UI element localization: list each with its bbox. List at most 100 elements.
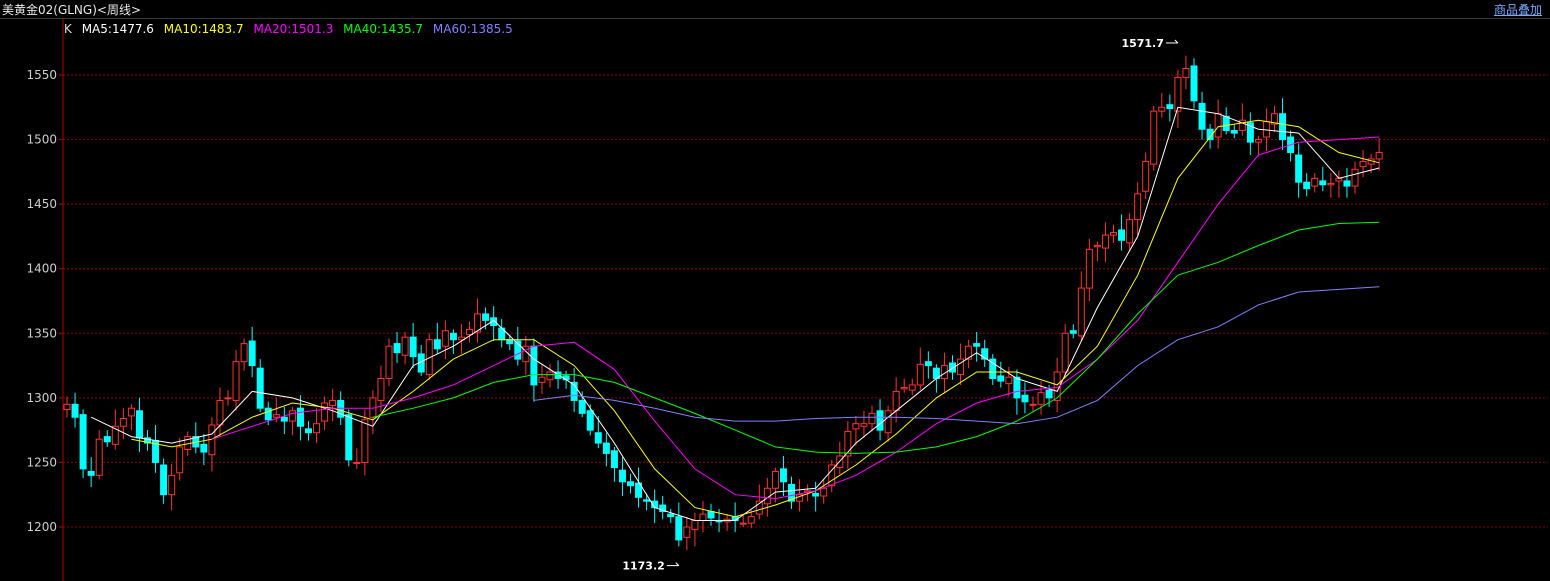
candle-body xyxy=(1142,161,1150,192)
candle-body xyxy=(1110,232,1117,236)
candle xyxy=(321,396,329,431)
candle xyxy=(1158,93,1166,118)
candle-body xyxy=(345,414,353,461)
candle xyxy=(232,350,240,411)
candle-body xyxy=(321,402,329,422)
candle xyxy=(1375,138,1383,171)
y-tick-label: 1450 xyxy=(26,197,57,211)
candle-body xyxy=(1351,168,1359,187)
candle xyxy=(844,421,852,469)
candle-body xyxy=(1005,376,1013,385)
candle xyxy=(127,404,135,431)
candle xyxy=(1029,396,1037,413)
y-tick-label: 1250 xyxy=(26,455,57,469)
candle-body xyxy=(401,336,409,356)
candle xyxy=(369,390,377,435)
candle-body xyxy=(1085,248,1093,289)
candle-body xyxy=(377,377,385,401)
candle xyxy=(1335,170,1343,198)
candle xyxy=(627,474,634,494)
candle xyxy=(433,322,441,354)
y-tick-label: 1550 xyxy=(26,68,57,82)
candle xyxy=(594,415,602,449)
candle-body xyxy=(353,461,361,464)
candle xyxy=(659,496,667,520)
candle xyxy=(965,339,973,369)
candle-body xyxy=(1069,330,1077,334)
candle xyxy=(95,430,103,480)
y-tick-label: 1200 xyxy=(26,520,57,534)
candle xyxy=(103,430,111,447)
candle xyxy=(667,508,675,524)
candle-body xyxy=(482,313,490,321)
candle xyxy=(200,434,208,466)
candle-body xyxy=(602,442,610,454)
candle xyxy=(216,387,224,437)
candle xyxy=(1198,91,1206,140)
candle-body xyxy=(288,410,296,422)
candle xyxy=(860,410,868,438)
candle xyxy=(63,396,71,418)
candle-body xyxy=(707,511,715,519)
candle-body xyxy=(393,343,401,354)
candle xyxy=(1182,55,1190,90)
candle xyxy=(1214,99,1222,149)
candle xyxy=(280,406,288,435)
candle xyxy=(1190,58,1198,109)
candle-body xyxy=(675,516,683,541)
candle-body xyxy=(1295,154,1303,183)
candle xyxy=(1327,173,1335,198)
candle xyxy=(1271,105,1278,132)
candle xyxy=(900,378,908,393)
candle xyxy=(466,321,473,343)
ma-line-ma5 xyxy=(90,106,1380,521)
candle-body xyxy=(1174,77,1182,112)
candle-body xyxy=(119,418,127,427)
overlay-commodity-button[interactable]: 商品叠加 xyxy=(1494,1,1542,18)
candle-body xyxy=(71,403,79,418)
candle-body xyxy=(135,410,143,439)
candle xyxy=(1005,366,1013,397)
candle xyxy=(1343,167,1351,198)
candle xyxy=(908,378,916,396)
candle xyxy=(949,355,956,380)
candle-body xyxy=(1279,113,1287,141)
candle-body xyxy=(578,399,586,414)
candle-body xyxy=(852,423,860,430)
candle xyxy=(1230,124,1238,139)
candle xyxy=(876,399,884,441)
candle xyxy=(981,339,989,367)
candle xyxy=(1246,112,1254,156)
candle xyxy=(989,353,997,385)
candle xyxy=(731,502,739,533)
candle-body xyxy=(441,330,449,347)
candle-body xyxy=(892,390,900,412)
candle-body xyxy=(1061,332,1069,373)
candlestick-chart[interactable]: 1200 1250 1300 1350 1400 1450 1500 1550 1571.7 11… xyxy=(0,19,1550,581)
candle-body xyxy=(1150,110,1158,165)
candle xyxy=(1118,214,1126,251)
candle xyxy=(1295,143,1303,198)
candle-body xyxy=(1214,113,1222,138)
candle xyxy=(474,298,482,343)
y-tick-label: 1300 xyxy=(26,391,57,405)
candle xyxy=(224,390,232,406)
chart-title: 美黄金02(GLNG)<周线> xyxy=(2,3,142,17)
candle-body xyxy=(168,474,176,496)
candle-body xyxy=(1230,130,1238,134)
candle-body xyxy=(820,487,828,497)
candle-body xyxy=(1045,389,1053,399)
candle-body xyxy=(1311,177,1319,187)
candle xyxy=(1093,241,1101,261)
candle xyxy=(779,455,787,497)
candle-body xyxy=(1166,104,1174,110)
candle-body xyxy=(248,340,256,367)
candle xyxy=(457,324,465,354)
candle-body xyxy=(361,419,369,463)
candle-body xyxy=(272,414,280,418)
candle xyxy=(828,459,836,493)
candle-body xyxy=(586,410,594,431)
candle-body xyxy=(200,443,208,453)
candle xyxy=(208,417,216,472)
candle xyxy=(1101,222,1109,263)
